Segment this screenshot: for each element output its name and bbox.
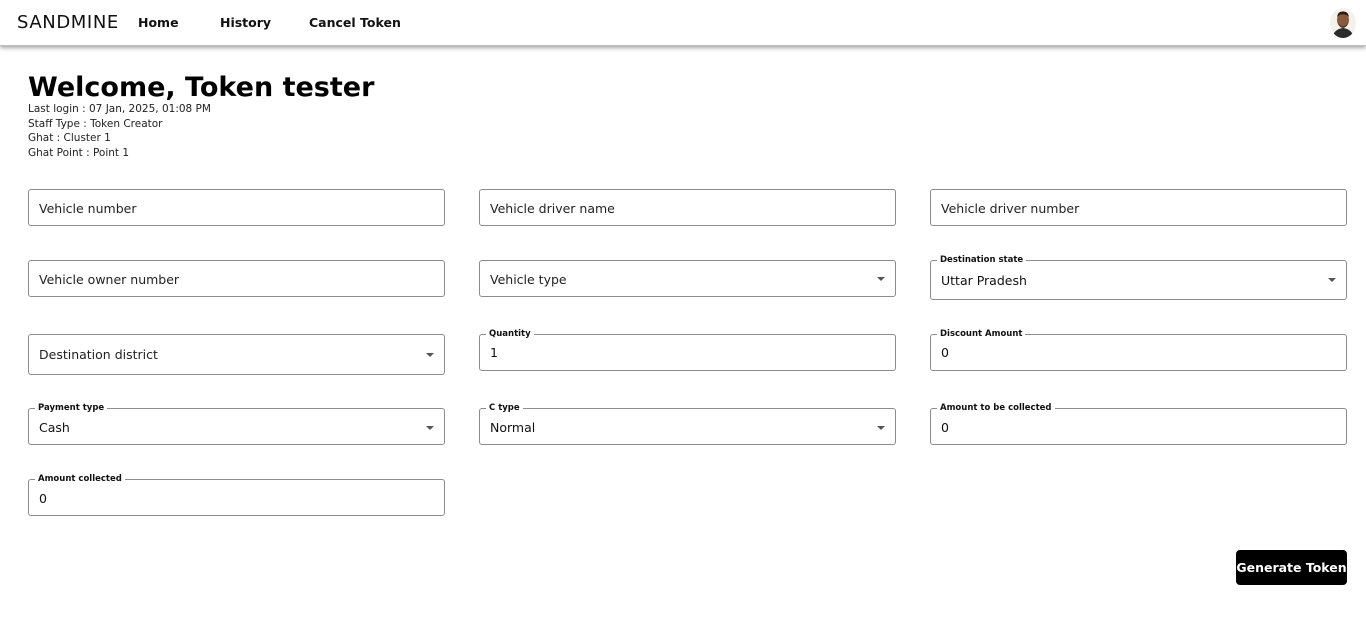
vehicle-number-placeholder: Vehicle number (39, 201, 137, 216)
payment-type-select[interactable]: Payment type Cash (28, 402, 445, 445)
destination-state-select[interactable]: Destination state Uttar Pradesh (930, 254, 1347, 300)
caret-down-icon (1328, 278, 1336, 282)
amount-collected-value: 0 (39, 491, 47, 506)
amount-collected-input[interactable]: Amount collected 0 (28, 473, 445, 516)
vehicle-driver-number-input[interactable]: Vehicle driver number (930, 189, 1347, 226)
vehicle-driver-number-placeholder: Vehicle driver number (941, 201, 1080, 216)
staff-type-text: Staff Type : Token Creator (28, 118, 163, 130)
quantity-input[interactable]: Quantity 1 (479, 328, 896, 371)
caret-down-icon (426, 353, 434, 357)
discount-amount-label: Discount Amount (937, 328, 1026, 340)
c-type-value: Normal (490, 420, 536, 435)
amount-to-be-collected-label: Amount to be collected (937, 402, 1055, 414)
vehicle-type-select[interactable]: Vehicle type (479, 260, 896, 297)
destination-state-label: Destination state (937, 254, 1027, 266)
caret-down-icon (877, 277, 885, 281)
ghat-text: Ghat : Cluster 1 (28, 132, 111, 144)
page-title: Welcome, Token tester (28, 72, 375, 103)
vehicle-driver-name-input[interactable]: Vehicle driver name (479, 189, 896, 226)
brand-logo[interactable]: SANDMINE (17, 12, 119, 33)
last-login-text: Last login : 07 Jan, 2025, 01:08 PM (28, 103, 211, 115)
user-avatar[interactable] (1330, 8, 1356, 38)
nav-history[interactable]: History (220, 15, 271, 30)
c-type-label: C type (486, 402, 523, 414)
generate-token-button[interactable]: Generate Token (1236, 550, 1347, 585)
destination-district-placeholder: Destination district (39, 347, 158, 362)
vehicle-owner-number-placeholder: Vehicle owner number (39, 272, 180, 287)
avatar-icon (1330, 8, 1356, 38)
amount-collected-label: Amount collected (35, 473, 125, 485)
destination-state-value: Uttar Pradesh (941, 273, 1027, 288)
caret-down-icon (426, 426, 434, 430)
discount-amount-input[interactable]: Discount Amount 0 (930, 328, 1347, 371)
nav-cancel-token[interactable]: Cancel Token (309, 15, 401, 30)
vehicle-type-placeholder: Vehicle type (490, 272, 567, 287)
amount-to-be-collected-value: 0 (941, 420, 949, 435)
quantity-label: Quantity (486, 328, 534, 340)
destination-district-select[interactable]: Destination district (28, 334, 445, 375)
payment-type-value: Cash (39, 420, 70, 435)
top-navbar: SANDMINE Home History Cancel Token (0, 0, 1366, 46)
nav-home[interactable]: Home (138, 15, 179, 30)
vehicle-number-input[interactable]: Vehicle number (28, 189, 445, 226)
quantity-value: 1 (490, 345, 498, 360)
vehicle-driver-name-placeholder: Vehicle driver name (490, 201, 615, 216)
amount-to-be-collected-input[interactable]: Amount to be collected 0 (930, 402, 1347, 445)
payment-type-label: Payment type (35, 402, 108, 414)
vehicle-owner-number-input[interactable]: Vehicle owner number (28, 260, 445, 297)
c-type-select[interactable]: C type Normal (479, 402, 896, 445)
discount-amount-value: 0 (941, 345, 949, 360)
ghat-point-text: Ghat Point : Point 1 (28, 147, 130, 159)
caret-down-icon (877, 426, 885, 430)
